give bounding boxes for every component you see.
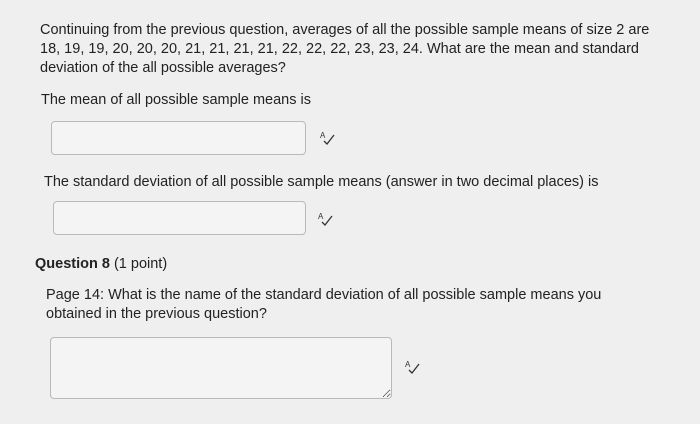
spellcheck-icon[interactable]: A — [405, 359, 420, 374]
question-8-title: Question 8 — [35, 256, 110, 272]
spellcheck-icon[interactable]: A — [320, 130, 335, 145]
mean-answer-input[interactable] — [51, 121, 306, 155]
svg-text:A: A — [320, 131, 326, 140]
question-8-prompt: Page 14: What is the name of the standar… — [46, 287, 602, 322]
spellcheck-icon[interactable]: A — [318, 211, 333, 226]
svg-text:A: A — [318, 212, 324, 221]
svg-text:A: A — [405, 360, 411, 369]
question-8-heading: Question 8 (1 point) — [35, 255, 167, 274]
standard-deviation-answer-input[interactable] — [53, 201, 306, 235]
question-8-answer-textarea[interactable] — [50, 337, 392, 399]
question-7-prompt: Continuing from the previous question, a… — [40, 22, 650, 76]
standard-deviation-label: The standard deviation of all possible s… — [44, 174, 599, 190]
mean-label: The mean of all possible sample means is — [41, 92, 311, 108]
question-8-points: (1 point) — [113, 256, 168, 272]
